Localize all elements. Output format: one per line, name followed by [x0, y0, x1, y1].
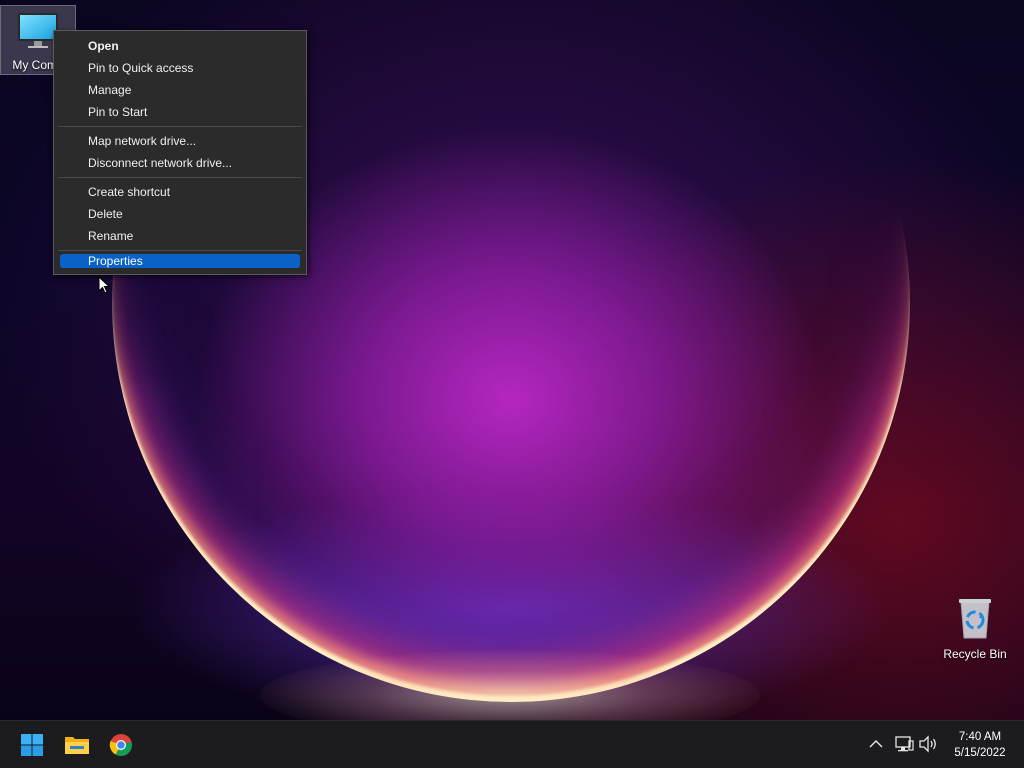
chrome-icon	[109, 734, 132, 756]
menu-item-map-network-drive[interactable]: Map network drive...	[54, 130, 306, 152]
taskbar: 7:40 AM 5/15/2022	[0, 720, 1024, 768]
taskbar-chrome[interactable]	[103, 727, 139, 763]
tray-volume[interactable]	[917, 733, 939, 755]
context-menu: Open Pin to Quick access Manage Pin to S…	[53, 30, 307, 275]
mouse-cursor-icon	[98, 276, 110, 294]
desktop-icon-label: Recycle Bin	[943, 647, 1007, 661]
menu-item-open[interactable]: Open	[54, 35, 306, 57]
taskbar-clock[interactable]: 7:40 AM 5/15/2022	[944, 729, 1016, 761]
volume-icon	[919, 735, 936, 753]
tray-show-hidden-icons[interactable]	[865, 733, 887, 755]
start-button[interactable]	[14, 727, 50, 763]
menu-item-manage[interactable]: Manage	[54, 79, 306, 101]
menu-item-create-shortcut[interactable]: Create shortcut	[54, 181, 306, 203]
menu-item-rename[interactable]: Rename	[54, 225, 306, 247]
menu-item-disconnect-network-drive[interactable]: Disconnect network drive...	[54, 152, 306, 174]
network-icon	[895, 736, 914, 752]
menu-item-properties[interactable]: Properties	[60, 254, 300, 268]
menu-separator	[58, 126, 302, 127]
recycle-bin-icon	[959, 599, 991, 639]
clock-time: 7:40 AM	[958, 731, 1002, 743]
menu-item-pin-to-start[interactable]: Pin to Start	[54, 101, 306, 123]
windows-start-icon	[21, 734, 43, 756]
menu-item-pin-quick-access[interactable]: Pin to Quick access	[54, 57, 306, 79]
desktop[interactable]: My Comp Recycle Bin Open Pin to Quick ac…	[0, 0, 1024, 720]
folder-icon	[65, 737, 89, 754]
taskbar-file-explorer[interactable]	[59, 727, 95, 763]
desktop-icon-recycle-bin[interactable]: Recycle Bin	[937, 596, 1013, 666]
chevron-up-icon	[869, 740, 883, 748]
clock-date: 5/15/2022	[954, 747, 1006, 759]
menu-separator	[58, 177, 302, 178]
menu-item-delete[interactable]: Delete	[54, 203, 306, 225]
menu-separator	[58, 250, 302, 251]
tray-network[interactable]	[893, 733, 915, 755]
